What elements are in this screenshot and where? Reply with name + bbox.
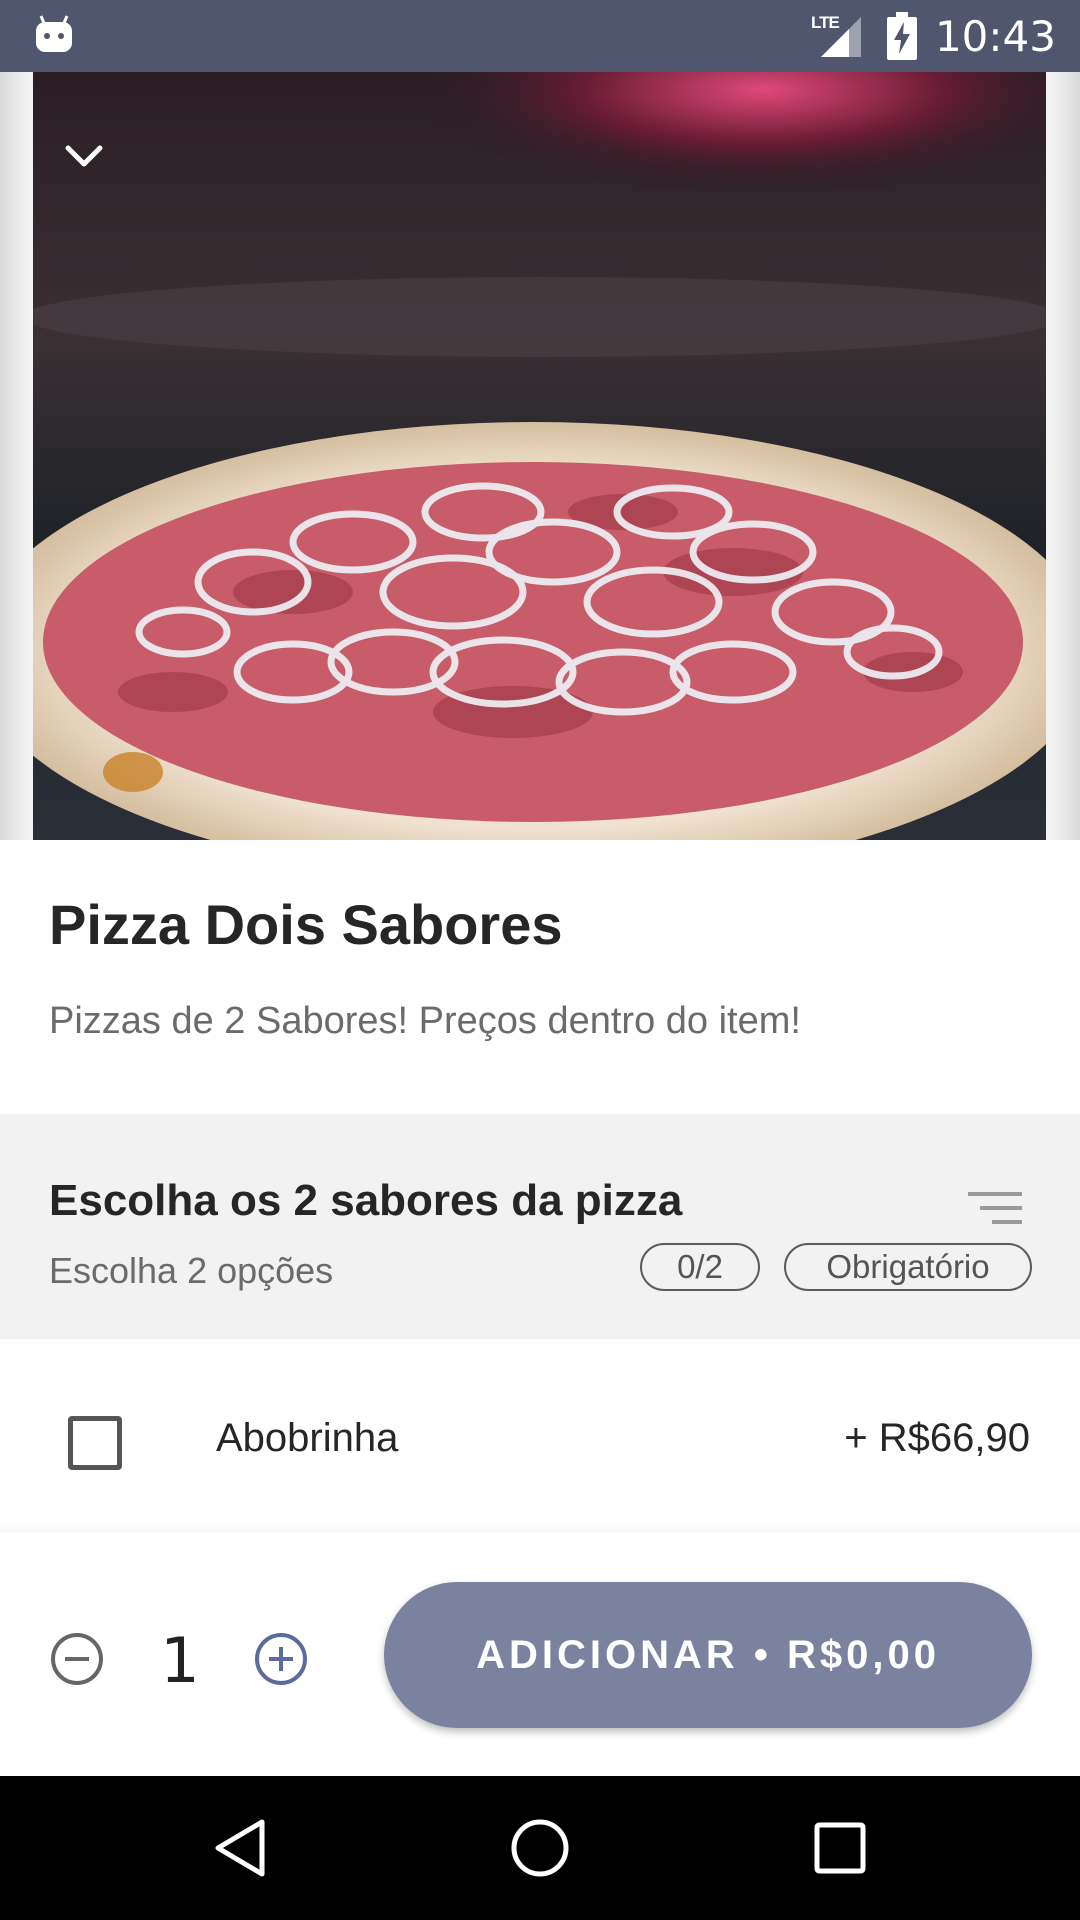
option-group-header: Escolha os 2 sabores da pizza Escolha 2 … (0, 1114, 1080, 1339)
status-bar: LTE 10:43 (0, 0, 1080, 72)
add-to-cart-bar: 1 ADICIONAR • R$0,00 (0, 1532, 1080, 1776)
plus-circle-icon[interactable] (254, 1632, 308, 1686)
product-photo (33, 72, 1046, 840)
option-name: Abobrinha (216, 1416, 399, 1460)
option-price: + R$66,90 (844, 1416, 1030, 1460)
quantity-value: 1 (160, 1624, 200, 1697)
chevron-down-icon (65, 145, 103, 167)
add-to-cart-button[interactable]: ADICIONAR • R$0,00 (384, 1582, 1032, 1728)
option-group-title: Escolha os 2 sabores da pizza (49, 1176, 683, 1225)
home-button[interactable] (504, 1812, 576, 1884)
sort-lines-icon (968, 1192, 1022, 1224)
recents-icon (814, 1822, 866, 1874)
home-icon (511, 1819, 569, 1877)
product-description: Pizzas de 2 Sabores! Preços dentro do it… (49, 1000, 801, 1042)
product-title: Pizza Dois Sabores (49, 893, 563, 956)
back-button[interactable] (204, 1812, 276, 1884)
minus-circle-icon[interactable] (50, 1632, 104, 1686)
selection-count-badge: 0/2 (640, 1243, 760, 1291)
option-checkbox[interactable] (68, 1416, 122, 1470)
collapse-button[interactable] (58, 130, 110, 182)
clock: 10:43 (934, 11, 1056, 61)
android-debug-icon (36, 15, 72, 52)
navigation-bar (0, 1776, 1080, 1920)
recents-button[interactable] (804, 1812, 876, 1884)
back-icon (215, 1819, 265, 1877)
battery-charging-icon (886, 12, 917, 60)
signal-icon: LTE (811, 13, 869, 59)
list-item[interactable]: Abobrinha + R$66,90 (0, 1339, 1080, 1534)
option-group-subtitle: Escolha 2 opções (49, 1250, 334, 1291)
required-badge: Obrigatório (784, 1243, 1032, 1291)
